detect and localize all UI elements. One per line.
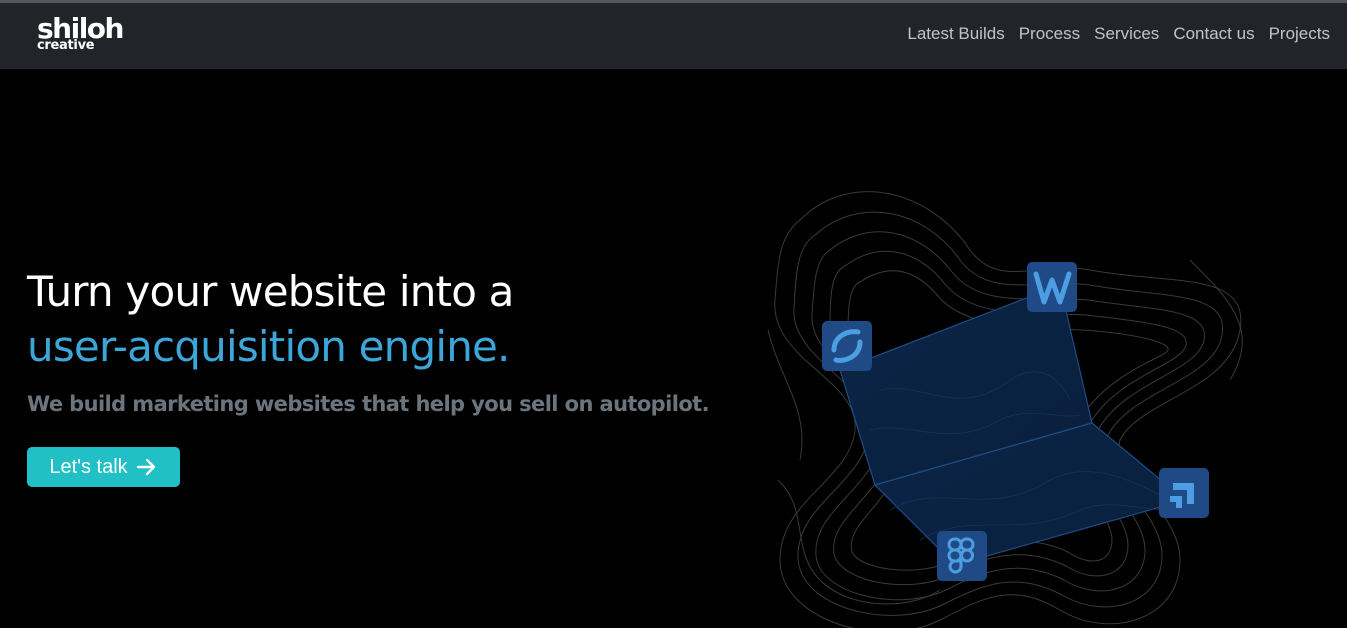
hero-subtitle: We build marketing websites that help yo… [27,392,710,416]
hero-illustration [767,191,1243,628]
nav-link-projects[interactable]: Projects [1269,24,1330,44]
nav-links: Latest Builds Process Services Contact u… [907,24,1330,44]
webflow-icon-tile [1027,262,1077,312]
laptop-outline [839,284,1187,566]
lets-talk-button[interactable]: Let's talk [27,447,180,487]
top-navbar: shiloh creative Latest Builds Process Se… [0,3,1347,69]
swirl-icon-tile [822,321,872,371]
nav-link-process[interactable]: Process [1019,24,1080,44]
hero-title-line1: Turn your website into a [27,267,514,316]
brand-logo[interactable]: shiloh creative [37,15,124,53]
hero-title: Turn your website into a user-acquisitio… [27,264,514,374]
jira-icon-tile [1159,468,1209,518]
cta-label: Let's talk [49,455,128,478]
nav-link-contact-us[interactable]: Contact us [1173,24,1254,44]
nav-link-latest-builds[interactable]: Latest Builds [907,24,1004,44]
figma-icon-tile [937,531,987,581]
nav-link-services[interactable]: Services [1094,24,1159,44]
hero-title-line2: user-acquisition engine. [27,322,510,371]
arrow-right-icon [136,458,155,476]
